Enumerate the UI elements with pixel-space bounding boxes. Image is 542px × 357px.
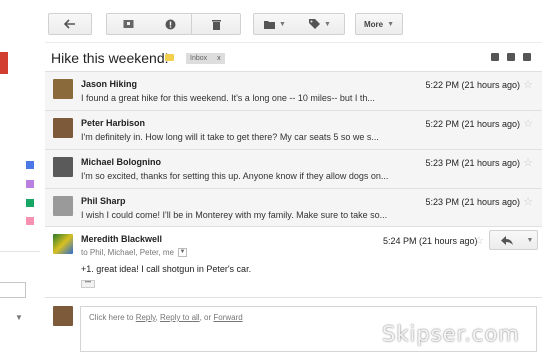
delete-button[interactable] [192,13,241,35]
recipients-text: to Phil, Michael, Peter, me [81,248,174,257]
expand-all-icon[interactable] [491,53,499,61]
chevron-down-icon[interactable]: ▼ [15,313,23,322]
avatar [53,157,73,177]
show-trimmed-content-button[interactable]: ••• [81,280,95,288]
message-sender: Michael Bolognino [81,157,161,167]
message-time: 5:23 PM (21 hours ago) [425,158,520,168]
compose-tab[interactable] [0,52,8,74]
archive-icon [123,20,133,28]
report-spam-icon [165,19,175,29]
report-spam-button[interactable] [149,13,192,35]
star-icon[interactable]: ☆ [523,78,533,91]
watermark: Skipser.com [382,322,520,346]
reply-separator: , or [199,313,214,322]
collapsed-message[interactable]: Jason Hiking I found a great hike for th… [45,71,542,110]
sidebar-divider [0,251,40,252]
label-tag-icon [309,18,321,29]
show-details-icon[interactable]: ▼ [177,248,187,257]
more-actions-button[interactable]: ▼ [523,230,538,250]
trash-icon [211,19,221,30]
archive-button[interactable] [106,13,150,35]
chevron-down-icon: ▼ [324,20,331,28]
arrow-left-icon [64,19,75,29]
back-button[interactable] [48,13,92,35]
forward-link[interactable]: Forward [213,313,242,322]
star-icon[interactable]: ☆ [474,234,484,247]
recipients-line: to Phil, Michael, Peter, me ▼ [81,248,187,257]
conversation-actions [491,53,531,61]
collapsed-message[interactable]: Michael Bolognino I'm so excited, thanks… [45,149,542,188]
expanded-message: Meredith Blackwell to Phil, Michael, Pet… [45,226,542,297]
chevron-down-icon: ▼ [279,20,286,28]
avatar [53,79,73,99]
reply-button[interactable] [489,230,525,250]
reply-prompt: Click here to Reply, Reply to all, or Fo… [89,313,243,322]
message-snippet: I'm so excited, thanks for setting this … [81,171,389,181]
reply-arrow-icon [501,235,513,245]
message-snippet: I wish I could come! I'll be in Monterey… [81,210,388,220]
collapsed-message[interactable]: Phil Sharp I wish I could come! I'll be … [45,188,542,227]
avatar [53,118,73,138]
label-chip-inbox[interactable]: Inbox x [186,53,225,64]
chevron-down-icon: ▼ [387,20,395,28]
folder-icon [264,20,276,29]
star-icon[interactable]: ☆ [523,156,533,169]
message-sender: Phil Sharp [81,196,126,206]
message-sender: Peter Harbison [81,118,146,128]
more-label: More [363,19,384,29]
avatar [53,196,73,216]
avatar [53,306,73,326]
label-color-purple[interactable] [26,180,34,188]
label-color-pink[interactable] [26,217,34,225]
toolbar: ▼ ▼ More ▼ [0,13,542,35]
new-window-icon[interactable] [523,53,531,61]
reply-all-link[interactable]: Reply to all [160,313,200,322]
move-to-button[interactable]: ▼ [253,13,297,35]
message-time: 5:22 PM (21 hours ago) [425,119,520,129]
message-body: +1. great idea! I call shotgun in Peter'… [81,264,252,274]
more-button[interactable]: More ▼ [355,13,403,35]
label-chip-text: Inbox [190,55,208,62]
reply-prefix: Click here to [89,313,136,322]
message-time: 5:23 PM (21 hours ago) [425,197,520,207]
toolbar-divider [45,42,542,43]
remove-label-icon[interactable]: x [217,53,221,64]
message-snippet: I found a great hike for this weekend. I… [81,93,375,103]
label-color-green[interactable] [26,199,34,207]
important-marker-icon[interactable] [165,54,174,61]
star-icon[interactable]: ☆ [523,195,533,208]
message-snippet: I'm definitely in. How long will it take… [81,132,379,142]
label-color-blue[interactable] [26,161,34,169]
labels-button[interactable]: ▼ [296,13,345,35]
collapsed-message[interactable]: Peter Harbison I'm definitely in. How lo… [45,110,542,149]
reply-link[interactable]: Reply [136,313,156,322]
message-sender: Jason Hiking [81,79,138,89]
star-icon[interactable]: ☆ [523,117,533,130]
message-time: 5:24 PM (21 hours ago) [383,236,478,246]
print-icon[interactable] [507,53,515,61]
message-time: 5:22 PM (21 hours ago) [425,80,520,90]
avatar [53,234,73,254]
chat-search-input[interactable] [0,282,26,298]
chevron-down-icon: ▼ [526,236,534,244]
conversation-subject: Hike this weekend! [51,50,169,66]
message-sender[interactable]: Meredith Blackwell [81,234,162,244]
